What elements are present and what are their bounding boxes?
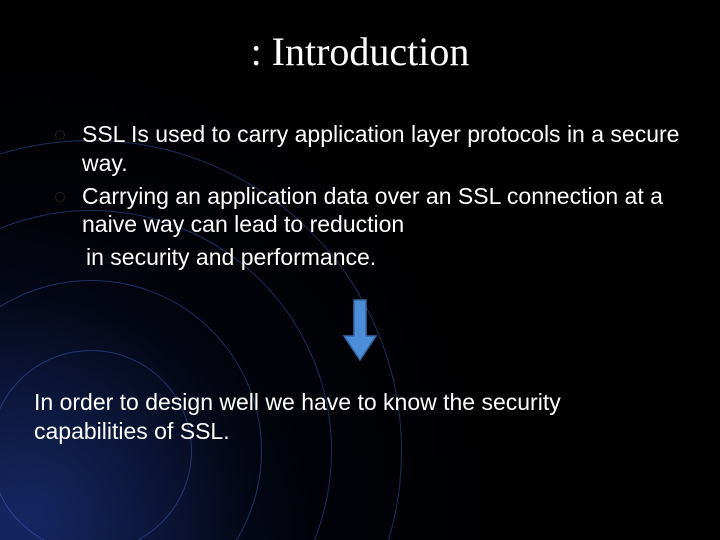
list-item: SSL Is used to carry application layer p… [50, 120, 680, 178]
slide-title: : Introduction [0, 28, 720, 75]
list-item-continuation: in security and performance. [50, 243, 680, 272]
bullet-list: SSL Is used to carry application layer p… [50, 120, 680, 239]
conclusion-text: In order to design well we have to know … [34, 388, 680, 446]
arrow-container [0, 298, 720, 362]
down-arrow-shape [344, 300, 376, 360]
slide-body: SSL Is used to carry application layer p… [50, 120, 680, 272]
list-item: Carrying an application data over an SSL… [50, 182, 680, 240]
slide: : Introduction SSL Is used to carry appl… [0, 0, 720, 540]
down-arrow-icon [340, 298, 380, 362]
